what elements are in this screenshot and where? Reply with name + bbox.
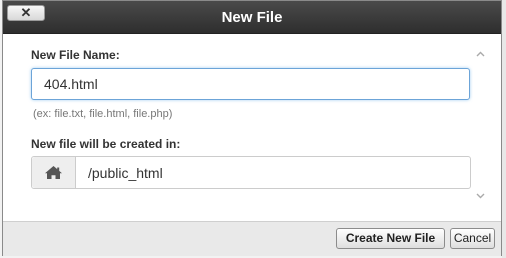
- dialog-titlebar: ✕ New File: [3, 1, 501, 34]
- location-input[interactable]: [76, 157, 470, 188]
- location-input-group: [31, 156, 471, 189]
- location-addon: [32, 157, 76, 188]
- file-name-hint: (ex: file.txt, file.html, file.php): [33, 108, 173, 120]
- file-name-label: New File Name:: [31, 48, 120, 62]
- background-page-edge: [502, 0, 506, 258]
- scroll-up-icon[interactable]: [475, 49, 486, 60]
- location-label: New file will be created in:: [31, 137, 181, 151]
- dialog-title: New File: [221, 9, 283, 26]
- new-file-dialog: ✕ New File New File Name: (ex: file.txt,…: [2, 0, 502, 256]
- home-icon: [45, 166, 62, 179]
- scroll-down-icon[interactable]: [475, 190, 486, 201]
- cancel-button[interactable]: Cancel: [450, 228, 495, 249]
- create-new-file-button[interactable]: Create New File: [336, 228, 445, 249]
- dialog-footer: Create New File Cancel: [3, 221, 501, 256]
- dialog-scrollbar[interactable]: [473, 45, 488, 205]
- file-name-input[interactable]: [31, 68, 470, 100]
